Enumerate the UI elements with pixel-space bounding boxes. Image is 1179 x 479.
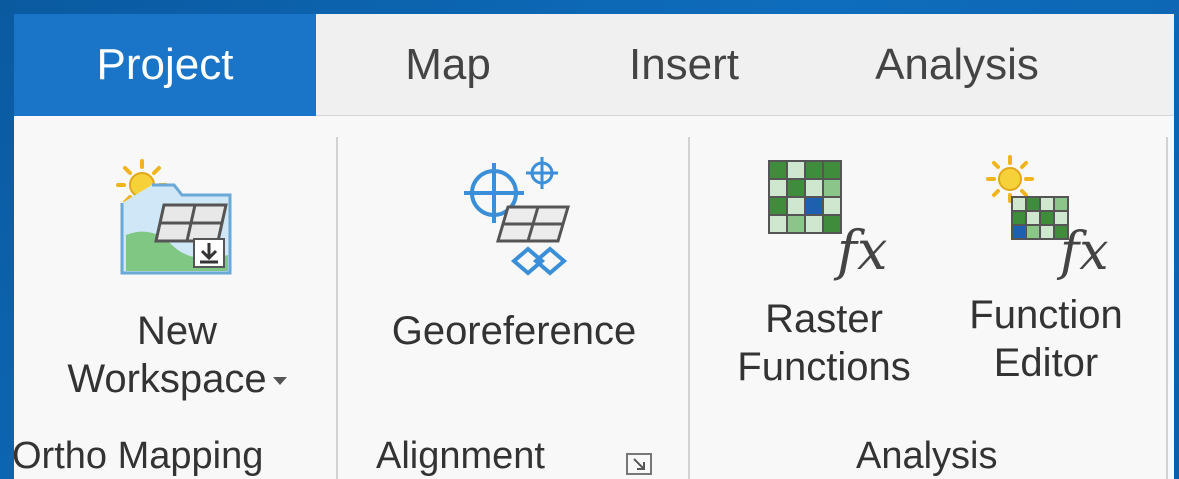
georeference-label: Georeference	[391, 309, 637, 353]
function-editor-button[interactable]: fx Function Editor	[936, 151, 1156, 387]
tab-project[interactable]: Project	[14, 14, 316, 116]
raster-functions-label-line1: Raster	[765, 297, 883, 341]
dialog-launcher-icon[interactable]	[626, 453, 652, 475]
georeference-button[interactable]: Georeference	[354, 153, 674, 355]
raster-functions-icon: fx	[768, 160, 887, 282]
new-workspace-label-line1: New	[136, 309, 218, 353]
georeference-icon	[464, 157, 571, 276]
ribbon-window: Project Map Insert Analysis New Workspac…	[14, 14, 1174, 479]
svg-text:fx: fx	[1056, 222, 1109, 282]
new-workspace-icon	[116, 159, 232, 275]
sun-icon	[986, 155, 1034, 203]
group-divider	[1166, 137, 1168, 479]
dropdown-caret-icon[interactable]	[272, 377, 287, 386]
raster-functions-label-line2: Functions	[737, 345, 911, 389]
group-label-alignment: Alignment	[376, 435, 545, 477]
function-editor-label-line2: Editor	[993, 341, 1099, 385]
ribbon-panel: New Workspace Ortho Mapping Georeference…	[14, 117, 1174, 479]
tab-analysis[interactable]: Analysis	[852, 14, 1062, 116]
new-workspace-button[interactable]: New Workspace	[32, 155, 322, 403]
group-divider	[688, 137, 690, 479]
new-workspace-label-line2: Workspace	[67, 355, 287, 403]
function-editor-label-line1: Function	[969, 293, 1123, 337]
group-label-analysis: Analysis	[856, 435, 998, 477]
raster-functions-button[interactable]: fx Raster Functions	[714, 157, 934, 391]
group-divider	[336, 137, 338, 479]
group-label-ortho-mapping: Ortho Mapping	[14, 435, 264, 477]
tab-insert[interactable]: Insert	[604, 14, 764, 116]
function-editor-icon: fx	[986, 155, 1109, 282]
tab-map[interactable]: Map	[368, 14, 528, 116]
svg-text:fx: fx	[833, 219, 887, 282]
ribbon-tab-bar: Project Map Insert Analysis	[14, 14, 1174, 116]
